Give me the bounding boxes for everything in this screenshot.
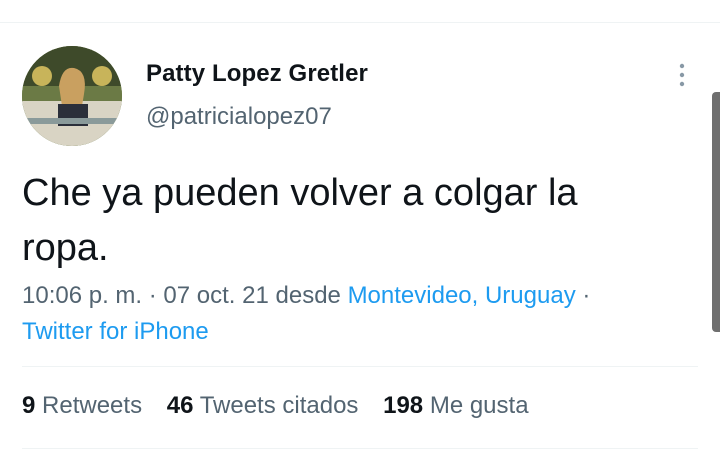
retweets-stat[interactable]: 9 Retweets [22, 392, 142, 419]
stats-top-divider [22, 366, 698, 367]
meta-from: desde [268, 282, 348, 309]
quotes-stat[interactable]: 46 Tweets citados [167, 392, 359, 419]
avatar[interactable] [22, 46, 122, 146]
meta-separator: · [142, 282, 164, 309]
tweet-text-line-1: Che ya pueden volver a colgar la [22, 172, 578, 214]
likes-label: Me gusta [423, 392, 529, 419]
tweet-stats: 9 Retweets 46 Tweets citados 198 Me gust… [22, 392, 547, 420]
retweets-label: Retweets [35, 392, 143, 419]
quotes-label: Tweets citados [193, 392, 359, 419]
tweet-meta: 10:06 p. m. · 07 oct. 21 desde Montevide… [22, 278, 682, 350]
source-link[interactable]: Twitter for iPhone [22, 318, 209, 345]
tweet-date[interactable]: 07 oct. 21 [163, 282, 268, 309]
author-name[interactable]: Patty Lopez Gretler [146, 60, 368, 88]
location-link[interactable]: Montevideo, Uruguay [348, 282, 576, 309]
top-divider [0, 22, 720, 23]
more-options-button[interactable] [672, 60, 692, 94]
tweet-time[interactable]: 10:06 p. m. [22, 282, 142, 309]
likes-count: 198 [383, 392, 424, 419]
meta-separator-2: · [575, 282, 591, 309]
retweets-count: 9 [22, 392, 36, 419]
tweet-text: Che ya pueden volver a colgar la ropa. [22, 166, 642, 276]
likes-stat[interactable]: 198 Me gusta [383, 392, 528, 419]
author-handle[interactable]: @patricialopez07 [146, 103, 332, 131]
scrollbar[interactable] [712, 92, 720, 332]
tweet-text-line-2: ropa. [22, 227, 109, 269]
more-vertical-icon [679, 63, 685, 87]
stats-bottom-divider [22, 448, 698, 449]
quotes-count: 46 [166, 392, 194, 419]
